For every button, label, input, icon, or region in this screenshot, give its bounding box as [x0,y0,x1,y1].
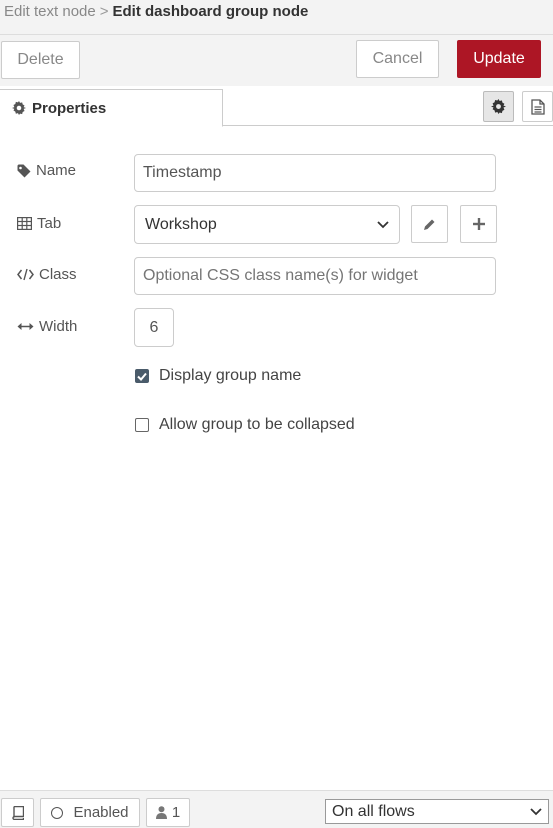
edit-tab-button[interactable] [411,205,448,243]
chevron-down-icon [530,807,542,815]
node-enabled-toggle[interactable]: Enabled [40,798,140,827]
checkbox-box[interactable] [135,369,149,383]
delete-button[interactable]: Delete [1,41,80,79]
gear-icon [12,101,26,115]
cancel-button[interactable]: Cancel [356,40,439,78]
name-input[interactable]: Timestamp [134,154,496,192]
flow-scope-select[interactable]: On all flows [325,799,549,824]
add-tab-button[interactable] [460,205,497,243]
tab-label: Tab [17,215,61,232]
user-icon [155,806,167,819]
plus-icon [472,218,485,230]
breadcrumb: Edit text node > Edit dashboard group node [0,0,553,34]
name-label: Name [17,162,76,179]
table-icon [17,217,32,230]
allow-collapse-checkbox[interactable]: Allow group to be collapsed [135,416,355,434]
pencil-icon [424,219,435,230]
book-icon [12,805,24,820]
tab-properties[interactable]: Properties [0,89,223,127]
code-icon [17,268,34,281]
tab-description-button[interactable] [522,91,553,122]
width-label: Width [17,318,77,335]
tab-select-value: Workshop [145,215,217,233]
document-icon [530,98,545,115]
gear-icon [491,99,506,114]
tab-settings-button[interactable] [483,91,514,122]
footer-bar: Enabled 1 On all flows [0,790,553,828]
breadcrumb-parent[interactable]: Edit text node [4,3,96,20]
display-group-name-checkbox[interactable]: Display group name [135,367,301,385]
checkmark-icon [137,372,147,381]
class-input[interactable] [134,257,496,295]
class-label: Class [17,266,77,283]
tab-select[interactable]: Workshop [134,205,400,244]
breadcrumb-current: Edit dashboard group node [112,3,309,20]
update-button[interactable]: Update [457,40,541,78]
tag-icon [17,164,31,177]
arrows-horizontal-icon [17,323,34,330]
node-help-button[interactable] [1,798,34,827]
circle-icon [51,806,64,819]
chevron-down-icon [377,220,389,228]
breadcrumb-separator: > [99,3,109,20]
tab-properties-label: Properties [32,99,107,117]
checkbox-box[interactable] [135,418,149,432]
width-size-button[interactable]: 6 [134,308,174,347]
tab-bar: Properties [0,86,553,127]
node-users-button[interactable]: 1 [146,798,190,827]
tray-toolbar: Delete Cancel Update [0,34,553,86]
